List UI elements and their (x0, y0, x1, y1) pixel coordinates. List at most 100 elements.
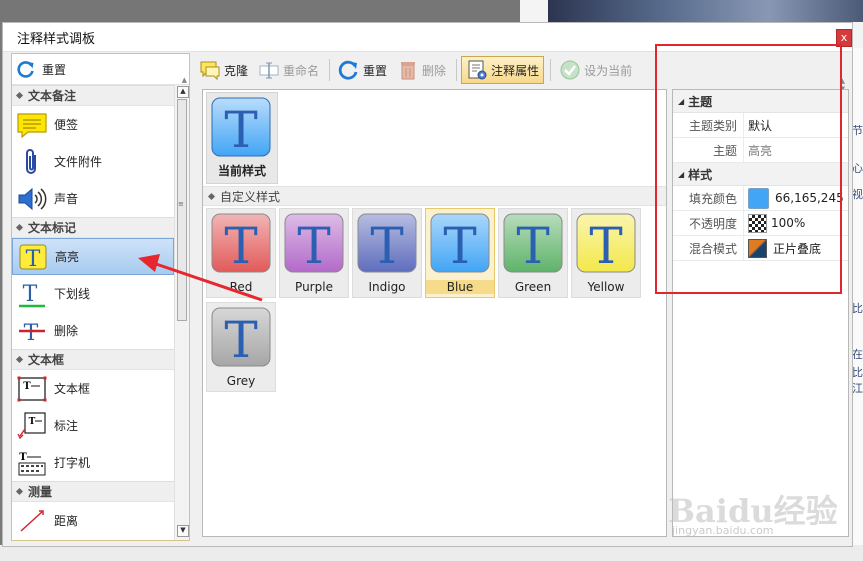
set-current-button[interactable]: 设为当前 (555, 57, 636, 83)
list-item-highlight[interactable]: T 高亮 (12, 238, 174, 275)
rename-button[interactable]: 重命名 (254, 57, 323, 83)
callout-icon: T (16, 411, 48, 441)
toolbar-separator (329, 59, 331, 81)
distance-icon (16, 506, 48, 536)
list-item-label: 声音 (54, 192, 79, 206)
category-text-markup[interactable]: 文本标记 (12, 217, 174, 238)
refresh-icon (338, 60, 358, 80)
style-gallery: T 当前样式 自定义样式 T Red T Purple T Indigo T Blue T Gre… (202, 89, 667, 537)
category-text-note[interactable]: 文本备注 (12, 85, 174, 106)
list-item-label: 文本框 (54, 382, 91, 396)
svg-text:T: T (224, 311, 257, 367)
style-tile-grey[interactable]: T Grey (206, 302, 276, 392)
indigo-t-icon: T (357, 213, 417, 273)
clone-icon (200, 61, 220, 81)
style-tile-purple[interactable]: T Purple (279, 208, 349, 298)
style-tile-label: Red (229, 280, 253, 294)
list-item-label: 高亮 (55, 250, 80, 264)
rename-label: 重命名 (283, 63, 320, 78)
grey-t-icon: T (211, 307, 271, 367)
set-current-label: 设为当前 (584, 63, 633, 78)
style-tile-label: Indigo (368, 280, 406, 294)
list-item-file-attachment[interactable]: 文件附件 (12, 143, 174, 180)
clone-label: 克隆 (224, 63, 249, 78)
delete-label: 删除 (422, 63, 447, 78)
speaker-icon (16, 184, 48, 214)
custom-styles-label: 自定义样式 (220, 189, 281, 204)
scroll-down-icon[interactable]: ▼ (177, 525, 189, 537)
sticky-note-icon (16, 110, 48, 140)
list-item-underline[interactable]: T 下划线 (12, 275, 174, 312)
list-item-typewriter[interactable]: T 打字机 (12, 444, 174, 481)
svg-text:T: T (29, 417, 36, 427)
reset-style-button[interactable]: 重置 (334, 57, 391, 83)
list-item-textbox[interactable]: T 文本框 (12, 370, 174, 407)
list-item-label: 文件附件 (54, 155, 103, 169)
category-label: 测量 (28, 485, 53, 499)
svg-text:T: T (26, 247, 41, 272)
purple-t-icon: T (284, 213, 344, 273)
current-style-label: 当前样式 (217, 164, 266, 178)
category-textbox[interactable]: 文本框 (12, 349, 174, 370)
style-tile-label: Yellow (587, 280, 625, 294)
list-item-strikeout[interactable]: T 删除 (12, 312, 174, 349)
reset-label: 重置 (42, 62, 67, 77)
background-photo (548, 0, 863, 22)
desktop-background (0, 0, 520, 22)
list-item-callout[interactable]: T 标注 (12, 407, 174, 444)
annotation-properties-button[interactable]: 注释属性 (461, 56, 545, 84)
paperclip-icon (16, 147, 48, 177)
clone-button[interactable]: 克隆 (195, 57, 252, 83)
annotation-type-list: 文本备注 便签 文件附件 声音 文本标记 T 高亮 T 下划线 T 删除 文本框… (12, 85, 174, 540)
category-measure[interactable]: 测量 (12, 481, 174, 502)
custom-styles-header[interactable]: 自定义样式 (203, 186, 666, 206)
style-tile-blue[interactable]: T Blue (425, 208, 495, 298)
list-item-sticky-note[interactable]: 便签 (12, 106, 174, 143)
background-strip (0, 545, 863, 561)
edge-char: 江 (852, 382, 863, 395)
list-item-label: 标注 (54, 419, 79, 433)
list-item-label: 打字机 (54, 456, 91, 470)
annotation-properties-label: 注释属性 (491, 63, 540, 78)
edge-char: 心 (852, 162, 863, 175)
svg-text:T: T (24, 321, 39, 346)
style-tile-green[interactable]: T Green (498, 208, 568, 298)
annotation-type-panel: 重置 ▲ ▼ 文本备注 便签 文件附件 声音 (11, 53, 190, 541)
svg-text:T: T (443, 217, 476, 273)
svg-text:T: T (516, 217, 549, 273)
svg-text:T: T (23, 381, 31, 392)
list-item-sound[interactable]: 声音 (12, 180, 174, 217)
scroll-thumb[interactable] (177, 99, 187, 321)
list-item-distance[interactable]: 距离 (12, 502, 174, 539)
window-title: 注释样式调板 (17, 31, 96, 47)
category-label: 文本标记 (28, 221, 77, 235)
list-item-label: 距离 (54, 514, 79, 528)
underline-t-icon: T (16, 279, 48, 309)
list-item-label: 便签 (54, 118, 79, 132)
blue-t-icon: T (430, 213, 490, 273)
typewriter-icon: T (16, 448, 48, 478)
highlight-t-icon: T (17, 242, 49, 272)
left-list-scrollbar[interactable]: ▲ ≡ ▼ (174, 85, 189, 540)
style-tile-label: Grey (226, 374, 256, 388)
delete-button[interactable]: 删除 (393, 57, 450, 83)
style-tile-yellow[interactable]: T Yellow (571, 208, 641, 298)
edge-char: 节 (852, 124, 863, 137)
svg-text:T: T (224, 217, 257, 273)
style-tile-label: Blue (426, 280, 494, 294)
reset-button[interactable]: 重置 (16, 59, 66, 79)
edge-char: 比 (852, 366, 863, 379)
style-tile-indigo[interactable]: T Indigo (352, 208, 422, 298)
style-tile-red[interactable]: T Red (206, 208, 276, 298)
reset-style-label: 重置 (363, 63, 388, 78)
style-tile-label: Green (514, 280, 552, 294)
svg-text:T: T (224, 101, 257, 157)
category-label: 文本框 (28, 353, 65, 367)
rename-icon (259, 62, 279, 79)
current-style-tile[interactable]: T 当前样式 (206, 92, 278, 184)
edge-char: 比 (852, 302, 863, 315)
check-circle-icon (560, 60, 580, 80)
highlight-annotation-box (655, 44, 842, 294)
scroll-up-icon[interactable]: ▲ (177, 86, 189, 98)
textbox-icon: T (16, 374, 48, 404)
